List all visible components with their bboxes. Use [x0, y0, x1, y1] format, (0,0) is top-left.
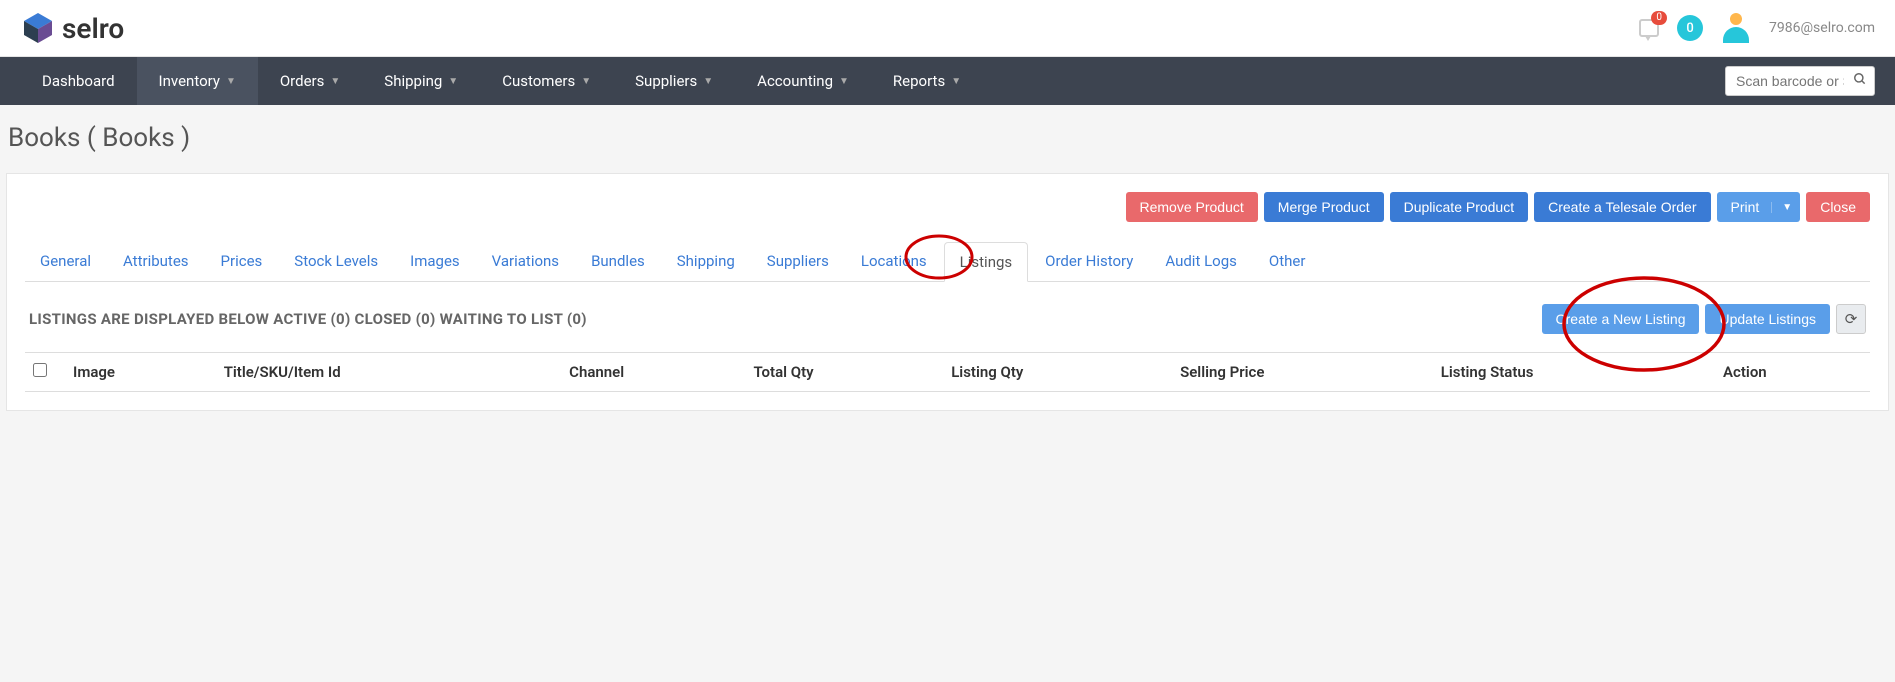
column-image: Image — [65, 353, 216, 392]
nav-item-customers[interactable]: Customers ▼ — [480, 57, 613, 105]
chevron-down-icon: ▼ — [703, 76, 713, 87]
refresh-icon: ⟳ — [1845, 310, 1858, 328]
create-telesale-button[interactable]: Create a Telesale Order — [1534, 192, 1710, 222]
column-title-sku-item-id: Title/SKU/Item Id — [216, 353, 561, 392]
tab-shipping[interactable]: Shipping — [662, 242, 750, 281]
nav-item-inventory[interactable]: Inventory ▼ — [137, 57, 258, 105]
listing-status-title: LISTINGS ARE DISPLAYED BELOW ACTIVE (0) … — [29, 310, 587, 328]
top-header: selro 0 0 7986@selro.com — [0, 0, 1895, 57]
tab-locations[interactable]: Locations — [846, 242, 942, 281]
tab-bundles[interactable]: Bundles — [576, 242, 660, 281]
nav-label: Suppliers — [635, 72, 697, 90]
duplicate-product-button[interactable]: Duplicate Product — [1390, 192, 1529, 222]
chevron-down-icon: ▼ — [330, 76, 340, 87]
chevron-down-icon: ▼ — [448, 76, 458, 87]
column-listing-status: Listing Status — [1433, 353, 1715, 392]
chevron-down-icon: ▼ — [581, 76, 591, 87]
logo-icon — [20, 10, 56, 46]
tabs: GeneralAttributesPricesStock LevelsImage… — [25, 242, 1870, 282]
remove-product-button[interactable]: Remove Product — [1126, 192, 1258, 222]
select-all-checkbox[interactable] — [33, 363, 47, 377]
tab-images[interactable]: Images — [395, 242, 475, 281]
nav-items: DashboardInventory▼Orders▼Shipping▼Custo… — [20, 57, 983, 105]
content-card: Remove Product Merge Product Duplicate P… — [6, 173, 1889, 411]
count-badge[interactable]: 0 — [1677, 15, 1703, 41]
tab-prices[interactable]: Prices — [206, 242, 278, 281]
column-listing-qty: Listing Qty — [943, 353, 1172, 392]
nav-label: Shipping — [384, 72, 442, 90]
page-title: Books ( Books ) — [0, 105, 1895, 167]
tab-suppliers[interactable]: Suppliers — [752, 242, 844, 281]
search-icon — [1853, 72, 1867, 90]
refresh-button[interactable]: ⟳ — [1836, 304, 1866, 334]
chevron-down-icon: ▼ — [226, 76, 236, 87]
update-listings-button[interactable]: Update Listings — [1705, 304, 1830, 334]
tab-other[interactable]: Other — [1254, 242, 1321, 281]
print-label: Print — [1731, 199, 1760, 215]
chevron-down-icon: ▼ — [951, 76, 961, 87]
create-new-listing-button[interactable]: Create a New Listing — [1542, 304, 1700, 334]
tab-stock-levels[interactable]: Stock Levels — [279, 242, 393, 281]
search-wrap — [1725, 66, 1875, 96]
nav-label: Customers — [502, 72, 575, 90]
nav-label: Inventory — [159, 72, 220, 90]
nav-item-shipping[interactable]: Shipping ▼ — [362, 57, 480, 105]
select-all-header — [25, 353, 65, 392]
column-total-qty: Total Qty — [745, 353, 943, 392]
tab-listings[interactable]: Listings — [944, 242, 1028, 282]
user-email[interactable]: 7986@selro.com — [1769, 20, 1875, 36]
nav-label: Orders — [280, 72, 325, 90]
logo-text: selro — [62, 12, 124, 45]
notif-badge: 0 — [1651, 11, 1667, 25]
nav-item-orders[interactable]: Orders ▼ — [258, 57, 362, 105]
print-button[interactable]: Print ▼ — [1717, 192, 1801, 222]
listing-actions: Create a New Listing Update Listings ⟳ — [1542, 304, 1866, 334]
main-nav: DashboardInventory▼Orders▼Shipping▼Custo… — [0, 57, 1895, 105]
nav-item-suppliers[interactable]: Suppliers ▼ — [613, 57, 735, 105]
header-right: 0 0 7986@selro.com — [1639, 13, 1875, 43]
close-button[interactable]: Close — [1806, 192, 1870, 222]
nav-label: Dashboard — [42, 72, 115, 90]
nav-item-reports[interactable]: Reports ▼ — [871, 57, 983, 105]
column-channel: Channel — [561, 353, 745, 392]
chevron-down-icon: ▼ — [839, 76, 849, 87]
tab-audit-logs[interactable]: Audit Logs — [1150, 242, 1252, 281]
tab-order-history[interactable]: Order History — [1030, 242, 1148, 281]
notifications-button[interactable]: 0 — [1639, 19, 1659, 37]
logo[interactable]: selro — [20, 10, 124, 46]
chevron-down-icon: ▼ — [1771, 202, 1792, 213]
tab-general[interactable]: General — [25, 242, 106, 281]
merge-product-button[interactable]: Merge Product — [1264, 192, 1384, 222]
column-selling-price: Selling Price — [1172, 353, 1433, 392]
listings-table: ImageTitle/SKU/Item IdChannelTotal QtyLi… — [25, 352, 1870, 392]
tab-variations[interactable]: Variations — [477, 242, 574, 281]
nav-label: Accounting — [757, 72, 833, 90]
avatar[interactable] — [1721, 13, 1751, 43]
listing-header: LISTINGS ARE DISPLAYED BELOW ACTIVE (0) … — [25, 304, 1870, 334]
nav-item-dashboard[interactable]: Dashboard — [20, 57, 137, 105]
tab-attributes[interactable]: Attributes — [108, 242, 204, 281]
nav-item-accounting[interactable]: Accounting ▼ — [735, 57, 871, 105]
action-row: Remove Product Merge Product Duplicate P… — [25, 192, 1870, 222]
nav-label: Reports — [893, 72, 945, 90]
column-action: Action — [1715, 353, 1870, 392]
